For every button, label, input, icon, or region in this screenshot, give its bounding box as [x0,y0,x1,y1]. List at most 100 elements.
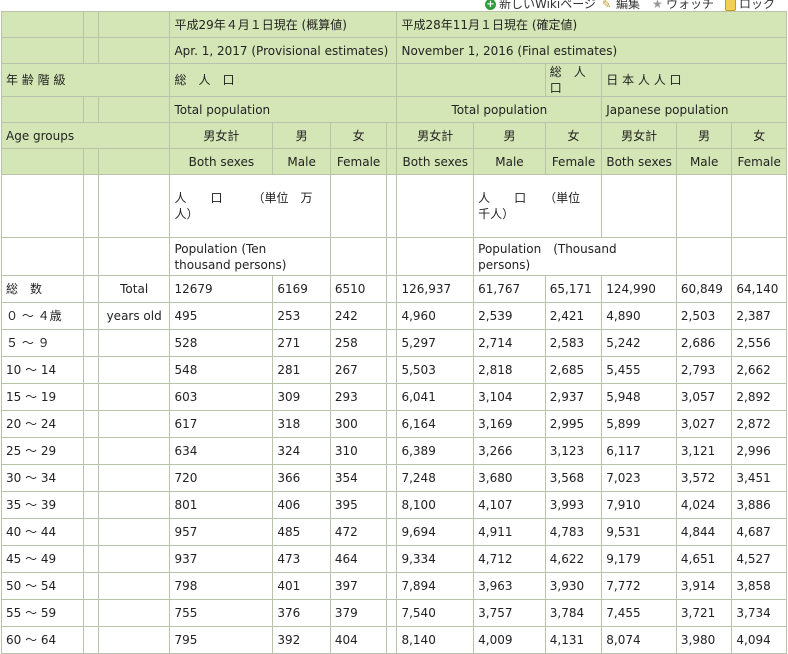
male-jpn-cell: 2,793 [675,356,733,384]
female-jpn-cell: 4,687 [731,518,787,546]
female-2016-cell: 4,131 [544,626,603,654]
male-jpn-cell: 2,503 [675,302,733,330]
female-2017-cell: 267 [329,356,388,384]
female-2016-cell: 2,583 [544,329,603,357]
female-jpn-cell: 2,892 [731,383,787,411]
new-wiki-page-link[interactable]: + 新しいWikiページ [485,0,596,11]
age-group-cell: 35 ～ 39 [1,491,84,519]
female-2017-cell: 242 [329,302,388,330]
male-2017-cell: 318 [272,410,331,438]
female-2016-cell: 3,930 [544,572,603,600]
female-2017-en: Female [329,148,388,175]
female-2017-cell: 472 [329,518,388,546]
male-2016-cell: 61,767 [473,275,546,303]
table-row: 45 ～ 49 937 473 464 9,334 4,712 4,622 9,179 4,65… [1,545,787,573]
male-2017-cell: 401 [272,572,331,600]
female-jpn-cell: 3,886 [731,491,787,519]
both-jpn-cell: 7,023 [601,464,677,492]
female-2017-cell: 300 [329,410,388,438]
spacer-cell [82,545,99,573]
both-2016-cell: 9,334 [396,545,475,573]
female-jpn-en: Female [731,148,787,175]
both-jpn-cell: 5,242 [601,329,677,357]
table-row: 35 ～ 39 801 406 395 8,100 4,107 3,993 7,910 4,02… [1,491,787,519]
spacer-cell [386,383,398,411]
male-jpn-cell: 4,844 [675,518,733,546]
age-group-en-cell [97,410,171,438]
spacer-cell [386,491,398,519]
watch-link[interactable]: ★ ウォッチ [652,0,714,11]
age-group-en-cell: Total [97,275,171,303]
date-2017-jp: 平成29年４月１日現在 (概算値) [169,11,398,38]
spacer-cell [386,572,398,600]
spacer-cell [82,491,99,519]
age-group-cell: 総 数 [1,275,84,303]
male-2017-jp: 男 [272,122,331,149]
both-2017-cell: 798 [169,572,274,600]
male-jpn-cell: 4,024 [675,491,733,519]
both-2016-cell: 7,894 [396,572,475,600]
both-jpn-cell: 4,890 [601,302,677,330]
age-group-en-cell [97,383,171,411]
table-row: 総 数 Total 12679 6169 6510 126,937 61,767 65,171… [1,275,787,303]
male-2016-cell: 2,818 [473,356,546,384]
female-2016-cell: 2,421 [544,302,603,330]
spacer-cell [82,626,99,654]
age-group-cell: ０ ～ ４歳 [1,302,84,330]
age-group-en-cell [97,437,171,465]
lock-link[interactable]: ロック [725,0,775,11]
female-2016-cell: 3,568 [544,464,603,492]
both-2016-cell: 126,937 [396,275,475,303]
age-group-en-cell [97,491,171,519]
both-2017-cell: 801 [169,491,274,519]
age-group-en-cell [97,329,171,357]
table-row: 40 ～ 44 957 485 472 9,694 4,911 4,783 9,531 4,84… [1,518,787,546]
spacer-cell [386,599,398,627]
male-jpn-cell: 3,027 [675,410,733,438]
japanese-pop-en: Japanese population [601,96,787,123]
female-jpn-cell: 64,140 [731,275,787,303]
both-jpn-cell: 9,531 [601,518,677,546]
both-2016-cell: 6,389 [396,437,475,465]
female-jpn-cell: 2,662 [731,356,787,384]
spacer-cell [82,518,99,546]
both-2017-cell: 634 [169,437,274,465]
both-2017-cell: 603 [169,383,274,411]
age-group-cell: 30 ～ 34 [1,464,84,492]
spacer-cell [82,437,99,465]
both-jpn-cell: 9,179 [601,545,677,573]
age-group-en-cell [97,464,171,492]
female-2017-cell: 293 [329,383,388,411]
female-2017-cell: 258 [329,329,388,357]
both-2016-cell: 8,100 [396,491,475,519]
male-2016-jp: 男 [473,122,546,149]
spacer-cell [386,356,398,384]
female-2017-jp: 女 [329,122,388,149]
pencil-icon: ✎ [602,0,612,11]
male-jpn-cell: 3,914 [675,572,733,600]
unit-row-en: Population (Ten thousand persons) Popula… [1,237,787,276]
female-2017-cell: 6510 [329,275,388,303]
spacer-cell [82,329,99,357]
table-row: 30 ～ 34 720 366 354 7,248 3,680 3,568 7,023 3,57… [1,464,787,492]
spacer-cell [82,410,99,438]
both-2017-cell: 495 [169,302,274,330]
male-2017-cell: 281 [272,356,331,384]
male-2016-cell: 4,712 [473,545,546,573]
both-2016-cell: 6,164 [396,410,475,438]
male-2016-cell: 4,009 [473,626,546,654]
female-2016-cell: 3,993 [544,491,603,519]
header-row-date-en: Apr. 1, 2017 (Provisional estimates) Nov… [1,37,787,64]
both-2016-cell: 5,503 [396,356,475,384]
both-2016-cell: 4,960 [396,302,475,330]
spacer-cell [386,518,398,546]
edit-link[interactable]: ✎ 編集 [602,0,640,11]
unit-2017-jp: 人 口 （単位 万人） [169,174,331,238]
table-row: ５ ～ ９ 528 271 258 5,297 2,714 2,583 5,242 2,686 2… [1,329,787,357]
both-jpn-cell: 5,899 [601,410,677,438]
both-2017-cell: 937 [169,545,274,573]
age-group-en-cell [97,518,171,546]
age-group-en-cell [97,626,171,654]
table-row: 55 ～ 59 755 376 379 7,540 3,757 3,784 7,455 3,72… [1,599,787,627]
header-row-group-jp: 年 齢 階 級 総 人 口 総 人 口 日 本 人 人 口 [0,63,787,97]
